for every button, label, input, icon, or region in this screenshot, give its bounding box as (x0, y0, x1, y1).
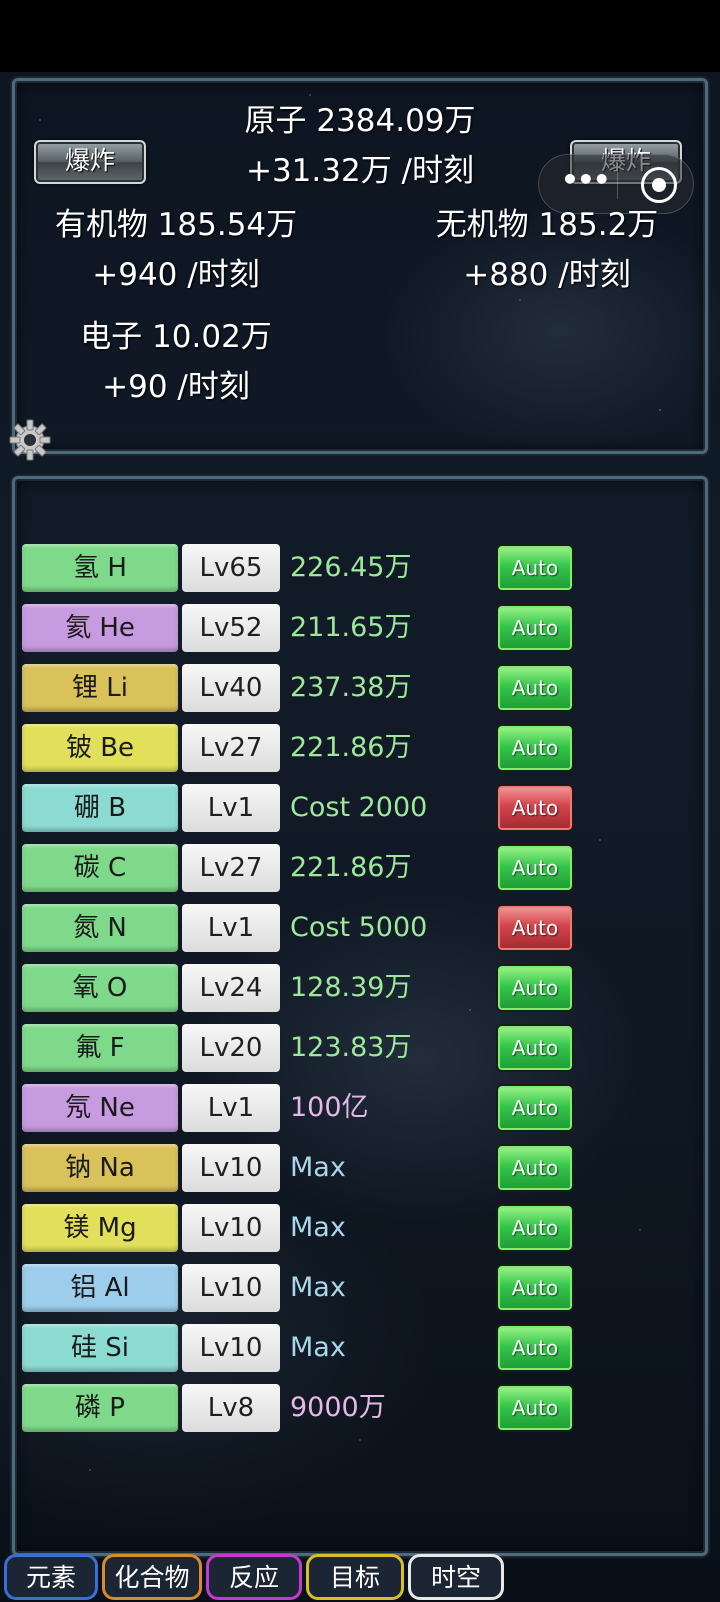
tab-elements[interactable]: 元素 (4, 1554, 98, 1600)
element-name-button[interactable]: 碳 C (22, 844, 178, 892)
element-level-button[interactable]: Lv8 (182, 1384, 280, 1432)
auto-toggle-button[interactable]: Auto (496, 1144, 574, 1192)
element-row: 钠 Na Lv10 Max Auto (22, 1144, 582, 1194)
target-circle-icon[interactable] (641, 167, 677, 203)
auto-toggle-button[interactable]: Auto (496, 1204, 574, 1252)
auto-toggle-button[interactable]: Auto (496, 844, 574, 892)
element-level-button[interactable]: Lv1 (182, 1084, 280, 1132)
atoms-stat: 原子 2384.09万 +31.32万 /时刻 (220, 96, 500, 196)
element-name-button[interactable]: 铍 Be (22, 724, 178, 772)
more-dots-icon[interactable]: ••• (561, 163, 611, 196)
element-value: 123.83万 (290, 1032, 412, 1063)
element-value: 211.65万 (290, 612, 412, 643)
element-level-button[interactable]: Lv24 (182, 964, 280, 1012)
electrons-stat: 电子 10.02万 +90 /时刻 (66, 312, 286, 412)
element-value: Max (290, 1152, 346, 1183)
element-value: 128.39万 (290, 972, 412, 1003)
auto-toggle-button[interactable]: Auto (496, 784, 574, 832)
element-name-button[interactable]: 氮 N (22, 904, 178, 952)
element-level-button[interactable]: Lv10 (182, 1324, 280, 1372)
element-level-button[interactable]: Lv10 (182, 1264, 280, 1312)
auto-toggle-button[interactable]: Auto (496, 604, 574, 652)
element-value: 100亿 (290, 1092, 369, 1123)
inorganic-rate: +880 /时刻 (463, 257, 631, 293)
atoms-count: 原子 2384.09万 (244, 103, 476, 139)
status-bar (0, 0, 720, 72)
element-name-button[interactable]: 铝 Al (22, 1264, 178, 1312)
element-value: Max (290, 1212, 346, 1243)
element-name-button[interactable]: 磷 P (22, 1384, 178, 1432)
element-value: Cost 5000 (290, 912, 428, 943)
element-level-button[interactable]: Lv10 (182, 1204, 280, 1252)
element-row: 硅 Si Lv10 Max Auto (22, 1324, 582, 1374)
element-row: 氢 H Lv65 226.45万 Auto (22, 544, 582, 594)
element-name-button[interactable]: 钠 Na (22, 1144, 178, 1192)
organic-count: 有机物 185.54万 (54, 207, 298, 243)
element-value: Max (290, 1272, 346, 1303)
element-row: 锂 Li Lv40 237.38万 Auto (22, 664, 582, 714)
element-row: 氟 F Lv20 123.83万 Auto (22, 1024, 582, 1074)
explode-button-left[interactable]: 爆炸 (34, 140, 146, 184)
element-row: 磷 P Lv8 9000万 Auto (22, 1384, 582, 1434)
organic-stat: 有机物 185.54万 +940 /时刻 (36, 200, 316, 300)
auto-toggle-button[interactable]: Auto (496, 1024, 574, 1072)
tab-spacetime[interactable]: 时空 (408, 1554, 504, 1600)
element-name-button[interactable]: 氟 F (22, 1024, 178, 1072)
auto-toggle-button[interactable]: Auto (496, 544, 574, 592)
electrons-rate: +90 /时刻 (102, 369, 250, 405)
tab-reactions[interactable]: 反应 (206, 1554, 302, 1600)
organic-rate: +940 /时刻 (92, 257, 260, 293)
element-row: 铝 Al Lv10 Max Auto (22, 1264, 582, 1314)
tab-goals[interactable]: 目标 (306, 1554, 404, 1600)
element-name-button[interactable]: 氖 Ne (22, 1084, 178, 1132)
element-value: 226.45万 (290, 552, 412, 583)
tab-compounds[interactable]: 化合物 (102, 1554, 202, 1600)
element-value: 237.38万 (290, 672, 412, 703)
element-level-button[interactable]: Lv65 (182, 544, 280, 592)
element-value: 9000万 (290, 1392, 386, 1423)
element-level-button[interactable]: Lv10 (182, 1144, 280, 1192)
element-row: 镁 Mg Lv10 Max Auto (22, 1204, 582, 1254)
electrons-count: 电子 10.02万 (80, 319, 272, 355)
element-level-button[interactable]: Lv1 (182, 904, 280, 952)
element-row: 铍 Be Lv27 221.86万 Auto (22, 724, 582, 774)
element-row: 氦 He Lv52 211.65万 Auto (22, 604, 582, 654)
element-value: 221.86万 (290, 852, 412, 883)
inorganic-count: 无机物 185.2万 (435, 207, 659, 243)
capsule-divider (617, 171, 618, 199)
inorganic-stat: 无机物 185.2万 +880 /时刻 (406, 200, 688, 300)
element-value: 221.86万 (290, 732, 412, 763)
auto-toggle-button[interactable]: Auto (496, 964, 574, 1012)
element-row: 氧 O Lv24 128.39万 Auto (22, 964, 582, 1014)
element-value: Max (290, 1332, 346, 1363)
element-name-button[interactable]: 氢 H (22, 544, 178, 592)
bottom-tab-bar: 元素 化合物 反应 目标 时空 (0, 1554, 720, 1602)
auto-toggle-button[interactable]: Auto (496, 724, 574, 772)
atoms-rate: +31.32万 /时刻 (245, 153, 475, 189)
auto-toggle-button[interactable]: Auto (496, 664, 574, 712)
element-row: 氖 Ne Lv1 100亿 Auto (22, 1084, 582, 1134)
element-row: 碳 C Lv27 221.86万 Auto (22, 844, 582, 894)
element-level-button[interactable]: Lv27 (182, 724, 280, 772)
element-name-button[interactable]: 氧 O (22, 964, 178, 1012)
auto-toggle-button[interactable]: Auto (496, 1084, 574, 1132)
element-level-button[interactable]: Lv52 (182, 604, 280, 652)
auto-toggle-button[interactable]: Auto (496, 1384, 574, 1432)
element-name-button[interactable]: 硅 Si (22, 1324, 178, 1372)
element-name-button[interactable]: 硼 B (22, 784, 178, 832)
element-level-button[interactable]: Lv20 (182, 1024, 280, 1072)
element-value: Cost 2000 (290, 792, 428, 823)
element-name-button[interactable]: 锂 Li (22, 664, 178, 712)
element-level-button[interactable]: Lv1 (182, 784, 280, 832)
element-name-button[interactable]: 镁 Mg (22, 1204, 178, 1252)
element-row: 硼 B Lv1 Cost 2000 Auto (22, 784, 582, 834)
element-row: 氮 N Lv1 Cost 5000 Auto (22, 904, 582, 954)
gear-icon[interactable] (6, 416, 54, 464)
auto-toggle-button[interactable]: Auto (496, 1264, 574, 1312)
element-level-button[interactable]: Lv40 (182, 664, 280, 712)
auto-toggle-button[interactable]: Auto (496, 1324, 574, 1372)
element-name-button[interactable]: 氦 He (22, 604, 178, 652)
element-level-button[interactable]: Lv27 (182, 844, 280, 892)
auto-toggle-button[interactable]: Auto (496, 904, 574, 952)
